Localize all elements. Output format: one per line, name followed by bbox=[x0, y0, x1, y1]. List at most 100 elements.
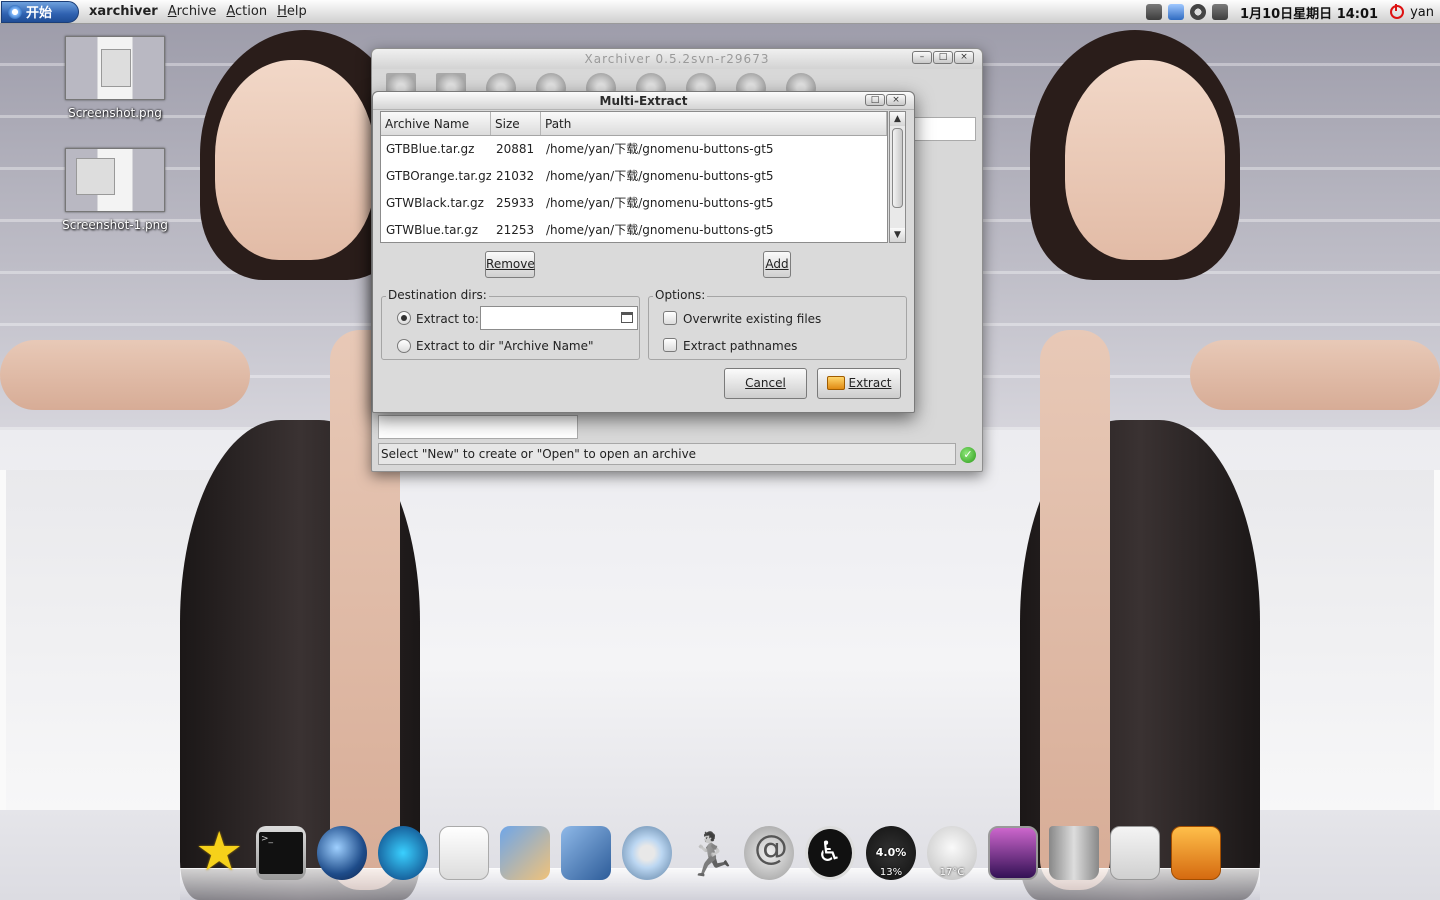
scrollbar-thumb[interactable] bbox=[892, 128, 903, 208]
row-size: 21032 bbox=[496, 169, 535, 183]
archive-tree-pane[interactable] bbox=[378, 415, 578, 439]
row-path: /home/yan/下载/gnomenu-buttons-gt5 bbox=[546, 223, 774, 237]
accessibility-icon[interactable] bbox=[805, 826, 855, 880]
options-legend: Options: bbox=[653, 288, 708, 302]
browser-globe-icon[interactable] bbox=[317, 826, 367, 880]
column-archive-name[interactable]: Archive Name bbox=[381, 112, 491, 135]
options-frame: Options: Overwrite existing files Extrac… bbox=[648, 288, 907, 360]
row-archive-name: GTBOrange.tar.gz bbox=[386, 169, 491, 183]
package-installer-icon[interactable] bbox=[1171, 826, 1221, 880]
table-row[interactable]: GTWBlack.tar.gz 25933 /home/yan/下载/gnome… bbox=[381, 190, 887, 217]
folder-browse-icon[interactable] bbox=[621, 312, 633, 323]
status-bar: Select "New" to create or "Open" to open… bbox=[378, 443, 956, 465]
network-icon[interactable] bbox=[1168, 4, 1185, 20]
xarchiver-title: Xarchiver 0.5.2svn-r29673 bbox=[372, 49, 982, 69]
power-icon[interactable] bbox=[1390, 4, 1405, 19]
cancel-button[interactable]: Cancel bbox=[724, 368, 807, 399]
extract-label-rest: xtract bbox=[856, 376, 892, 390]
destination-frame: Destination dirs: Extract to: Extract to… bbox=[381, 288, 640, 360]
archive-list[interactable]: Archive Name Size Path GTBBlue.tar.gz 20… bbox=[380, 111, 888, 243]
menu-help[interactable]: Help bbox=[277, 4, 307, 19]
extract-button[interactable]: Extract bbox=[817, 368, 901, 399]
overwrite-checkbox[interactable] bbox=[663, 311, 677, 325]
weather-temperature: 17°C bbox=[939, 867, 965, 878]
archive-list-scrollbar[interactable]: ▲ ▼ bbox=[889, 111, 906, 243]
mail-stamp-icon[interactable] bbox=[561, 826, 611, 880]
dialog-maximize-button[interactable]: □ bbox=[865, 94, 885, 106]
favorites-star-icon[interactable] bbox=[195, 822, 245, 882]
music-player-icon[interactable] bbox=[378, 826, 428, 880]
trash-icon[interactable] bbox=[1049, 826, 1099, 880]
wallpaper-figure-left-arm bbox=[0, 340, 250, 410]
row-size: 21253 bbox=[496, 223, 535, 237]
overwrite-label: Overwrite existing files bbox=[683, 312, 822, 326]
system-tray: 1月10日星期日 14:01 yan bbox=[1146, 0, 1440, 24]
wallpaper-figure-right-face bbox=[1065, 60, 1225, 260]
cd-burner-icon[interactable] bbox=[622, 826, 672, 880]
desktop-icon-label: Screenshot-1.png bbox=[62, 218, 168, 232]
cpu-gauge-sub: 13% bbox=[879, 867, 903, 878]
extract-to-input[interactable] bbox=[480, 306, 638, 330]
light-switch-icon[interactable] bbox=[1110, 826, 1160, 880]
weather-icon[interactable]: 17°C bbox=[927, 826, 977, 880]
start-menu-button[interactable]: 开始 bbox=[1, 0, 79, 23]
photo-viewer-icon[interactable] bbox=[500, 826, 550, 880]
scroll-up-icon[interactable]: ▲ bbox=[890, 112, 905, 126]
dialog-window-controls: □ × bbox=[865, 94, 906, 106]
pathnames-checkbox[interactable] bbox=[663, 338, 677, 352]
wallpaper-figure-right-arm2 bbox=[1040, 330, 1110, 890]
desktop-icon-label: Screenshot.png bbox=[68, 106, 162, 120]
table-row[interactable]: GTBOrange.tar.gz 21032 /home/yan/下载/gnom… bbox=[381, 163, 887, 190]
location-field[interactable] bbox=[912, 117, 976, 141]
desktop-icon-screenshot[interactable]: Screenshot.png bbox=[60, 36, 170, 120]
terminal-icon[interactable]: >_ bbox=[256, 826, 306, 880]
column-path[interactable]: Path bbox=[541, 112, 887, 135]
desktop-switcher-icon[interactable] bbox=[988, 826, 1038, 880]
row-path: /home/yan/下载/gnomenu-buttons-gt5 bbox=[546, 142, 774, 156]
clock[interactable]: 1月10日星期日 14:01 bbox=[1240, 3, 1378, 22]
maximize-button[interactable]: □ bbox=[933, 51, 953, 64]
volume-icon[interactable] bbox=[1212, 4, 1229, 20]
remove-label-rest: emove bbox=[493, 257, 535, 271]
row-size: 25933 bbox=[496, 196, 535, 210]
menu-action[interactable]: Action bbox=[226, 4, 267, 19]
start-label: 开始 bbox=[26, 6, 53, 21]
email-client-icon[interactable] bbox=[744, 826, 794, 880]
pathnames-label: Extract pathnames bbox=[683, 339, 798, 353]
extract-to-dir-label: Extract to dir "Archive Name" bbox=[416, 339, 594, 353]
remove-mnemonic: R bbox=[486, 257, 494, 271]
cancel-mnemonic: C bbox=[745, 376, 754, 390]
close-button[interactable]: × bbox=[954, 51, 974, 64]
wallpaper-figure-right-arm bbox=[1190, 340, 1440, 410]
xarchiver-window-controls: – □ × bbox=[912, 51, 974, 64]
table-row[interactable]: GTBBlue.tar.gz 20881 /home/yan/下载/gnomen… bbox=[381, 136, 887, 163]
add-button[interactable]: Add bbox=[763, 251, 791, 278]
remove-button[interactable]: Remove bbox=[485, 251, 535, 278]
dialog-close-button[interactable]: × bbox=[886, 94, 906, 106]
menu-help-rest: elp bbox=[286, 4, 307, 19]
row-path: /home/yan/下载/gnomenu-buttons-gt5 bbox=[546, 169, 774, 183]
table-row[interactable]: GTWBlue.tar.gz 21253 /home/yan/下载/gnomen… bbox=[381, 217, 887, 244]
desktop-icon-screenshot-1[interactable]: Screenshot-1.png bbox=[60, 148, 170, 232]
cpu-gauge-value: 4.0% bbox=[875, 846, 907, 859]
column-size[interactable]: Size bbox=[491, 112, 541, 135]
extract-box-icon bbox=[826, 376, 845, 390]
add-label-rest: dd bbox=[773, 257, 789, 271]
extract-to-dir-radio[interactable] bbox=[397, 339, 411, 353]
cpu-gauge-icon[interactable]: 4.0% 13% bbox=[866, 826, 916, 880]
user-name[interactable]: yan bbox=[1410, 5, 1434, 20]
menu-archive[interactable]: Archive bbox=[168, 4, 217, 19]
text-editor-icon[interactable] bbox=[439, 826, 489, 880]
image-thumbnail-icon bbox=[65, 36, 165, 100]
scroll-down-icon[interactable]: ▼ bbox=[890, 228, 905, 242]
settings-icon[interactable] bbox=[1190, 4, 1207, 20]
messenger-icon[interactable] bbox=[683, 826, 733, 880]
extract-to-radio[interactable] bbox=[397, 311, 411, 325]
status-ok-icon: ✓ bbox=[960, 447, 976, 463]
row-archive-name: GTWBlue.tar.gz bbox=[386, 223, 479, 237]
archive-list-header: Archive Name Size Path bbox=[381, 112, 887, 136]
start-logo-icon bbox=[8, 4, 22, 19]
minimize-button[interactable]: – bbox=[912, 51, 932, 64]
security-icon[interactable] bbox=[1146, 4, 1163, 20]
top-panel: 开始 xarchiver Archive Action Help 1月10日星期… bbox=[0, 0, 1440, 24]
